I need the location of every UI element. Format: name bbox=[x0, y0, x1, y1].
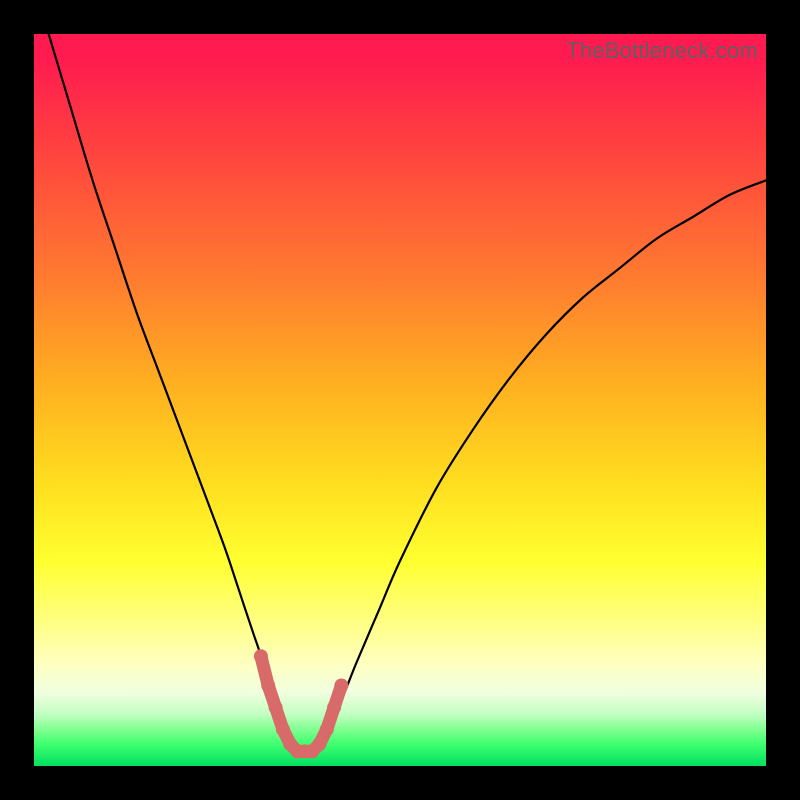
curve-marker bbox=[254, 649, 268, 663]
curve-marker bbox=[313, 737, 327, 751]
plot-area: TheBottleneck.com bbox=[34, 34, 766, 766]
chart-frame: TheBottleneck.com bbox=[0, 0, 800, 800]
curve-marker bbox=[269, 700, 283, 714]
bottleneck-curve bbox=[34, 34, 766, 766]
curve-marker bbox=[334, 679, 348, 693]
curve-marker bbox=[261, 679, 275, 693]
curve-marker bbox=[320, 722, 334, 736]
curve-marker bbox=[327, 700, 341, 714]
curve-marker bbox=[276, 722, 290, 736]
